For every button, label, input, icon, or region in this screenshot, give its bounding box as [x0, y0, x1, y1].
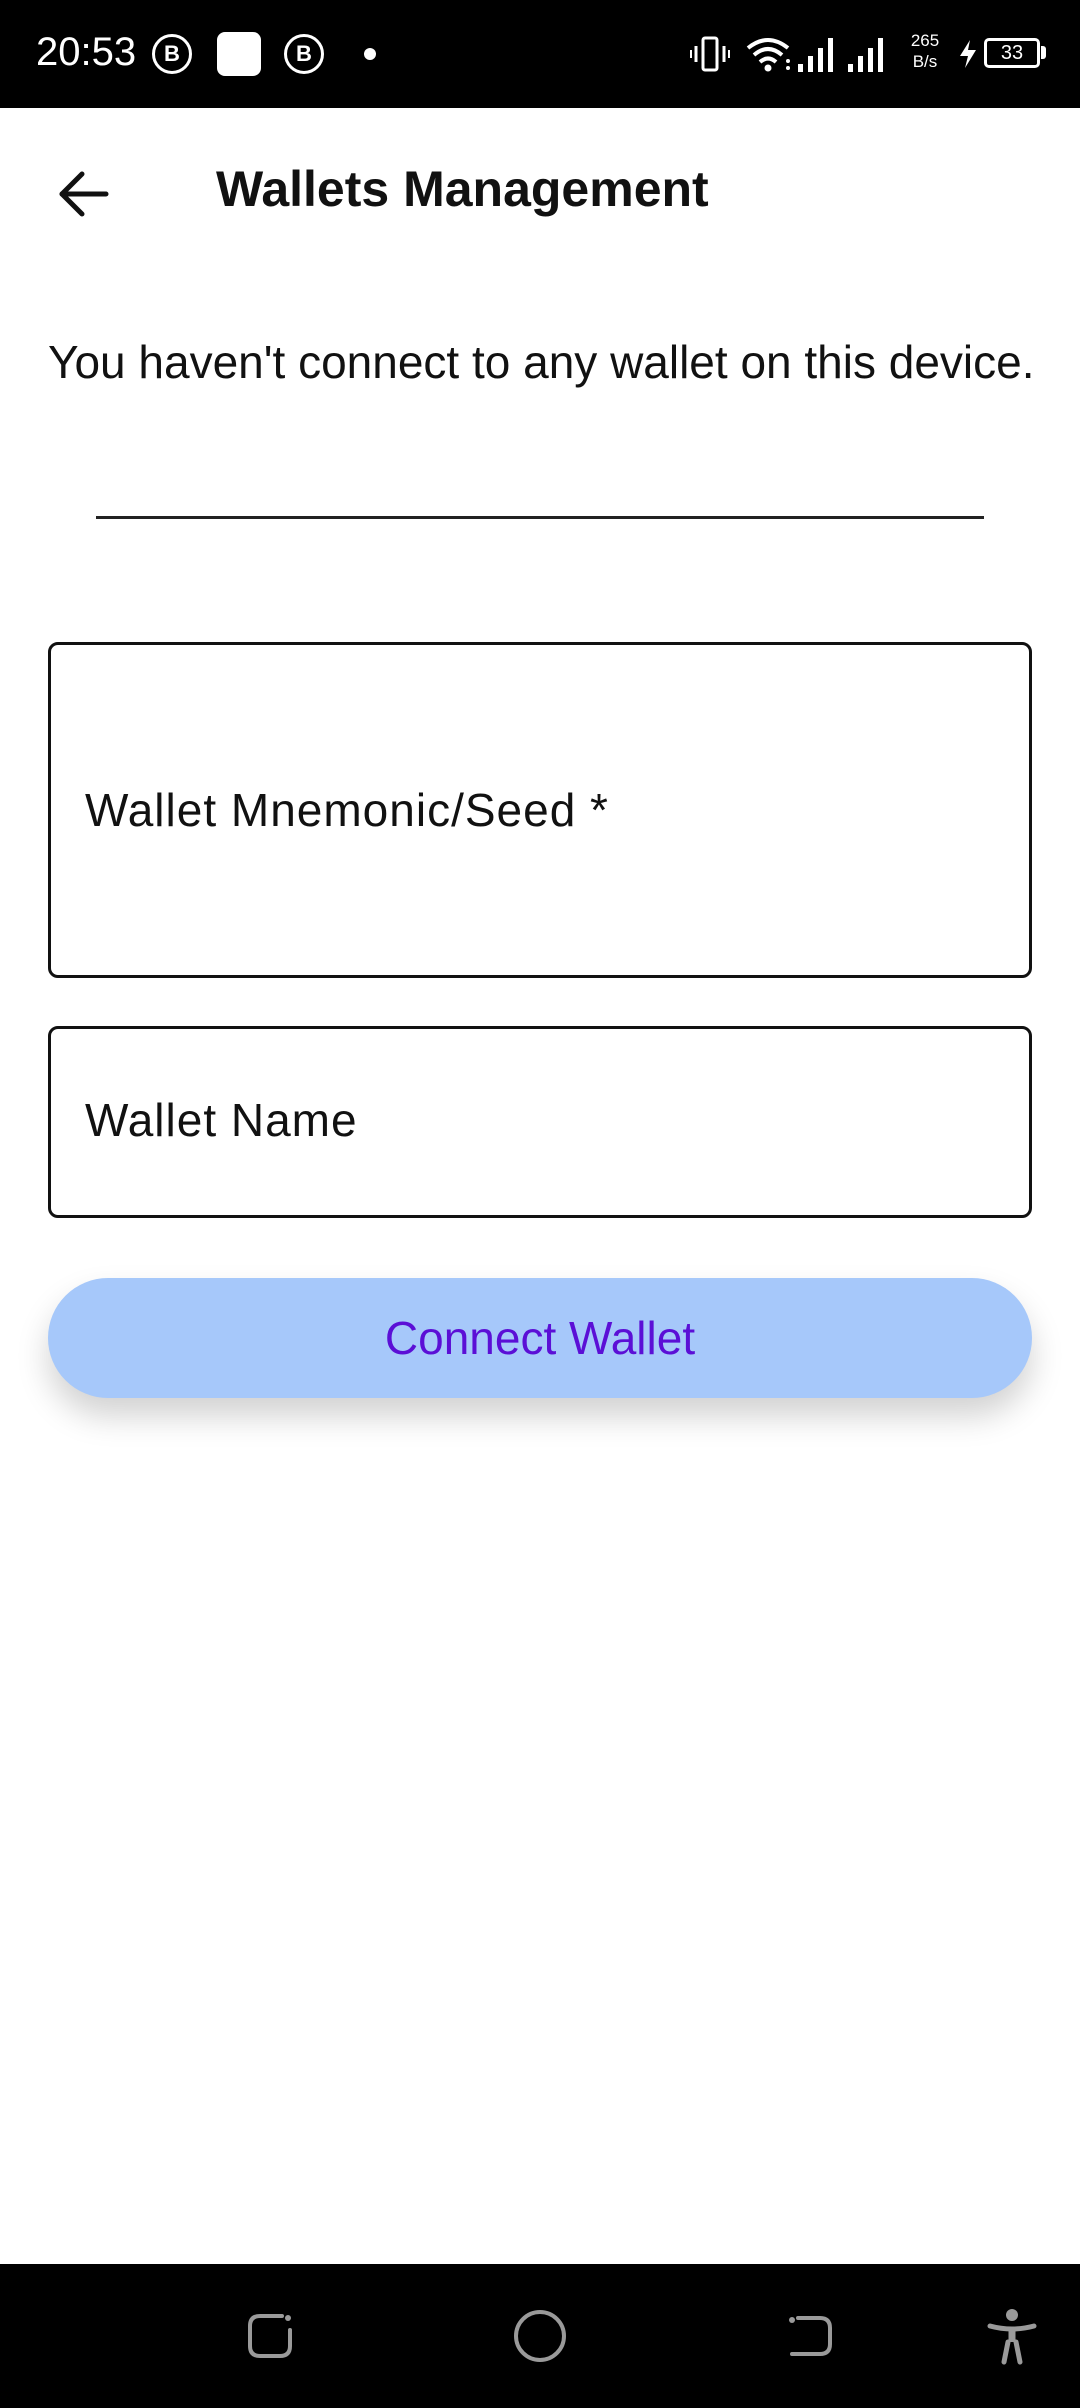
home-icon	[514, 2310, 566, 2362]
dot-icon	[364, 48, 376, 60]
signal-icon	[848, 38, 883, 72]
signal-icon	[798, 38, 833, 72]
back-nav-button[interactable]	[774, 2300, 846, 2372]
back-button[interactable]	[44, 154, 124, 234]
home-button[interactable]	[504, 2300, 576, 2372]
vibrate-icon	[690, 36, 730, 72]
wallet-seed-input[interactable]: Wallet Mnemonic/Seed *	[48, 642, 1032, 978]
wallet-seed-label: Wallet Mnemonic/Seed *	[85, 784, 609, 836]
wifi-icon	[746, 38, 790, 72]
status-bar: 20:53 B B 265 B/s 33	[0, 0, 1080, 108]
app-square-icon	[217, 32, 261, 76]
recents-button[interactable]	[234, 2300, 306, 2372]
back-icon	[789, 2316, 832, 2356]
recents-icon	[248, 2314, 292, 2358]
page-title: Wallets Management	[216, 161, 709, 217]
b-badge-icon: B	[284, 34, 324, 74]
connect-wallet-button[interactable]: Connect Wallet	[48, 1278, 1032, 1398]
app-bar: Wallets Management	[0, 108, 1080, 276]
divider	[96, 516, 984, 519]
no-wallet-message: You haven't connect to any wallet on thi…	[48, 336, 1035, 388]
accessibility-icon	[987, 2309, 1037, 2365]
net-speed-value: 265	[910, 31, 940, 50]
battery-level: 33	[1000, 41, 1024, 64]
net-speed-unit: B/s	[912, 52, 938, 71]
battery-tip	[1041, 46, 1046, 59]
arrow-left-icon	[59, 171, 109, 217]
accessibility-button[interactable]	[976, 2300, 1048, 2372]
wallet-name-input[interactable]: Wallet Name	[48, 1026, 1032, 1218]
status-time: 20:53	[36, 30, 137, 74]
navigation-bar	[0, 2264, 1080, 2408]
b-badge-icon: B	[152, 34, 192, 74]
charging-icon	[960, 40, 976, 68]
net-speed: 265 B/s	[904, 30, 946, 72]
battery-icon: 33	[984, 38, 1040, 68]
wallet-name-label: Wallet Name	[85, 1094, 358, 1146]
